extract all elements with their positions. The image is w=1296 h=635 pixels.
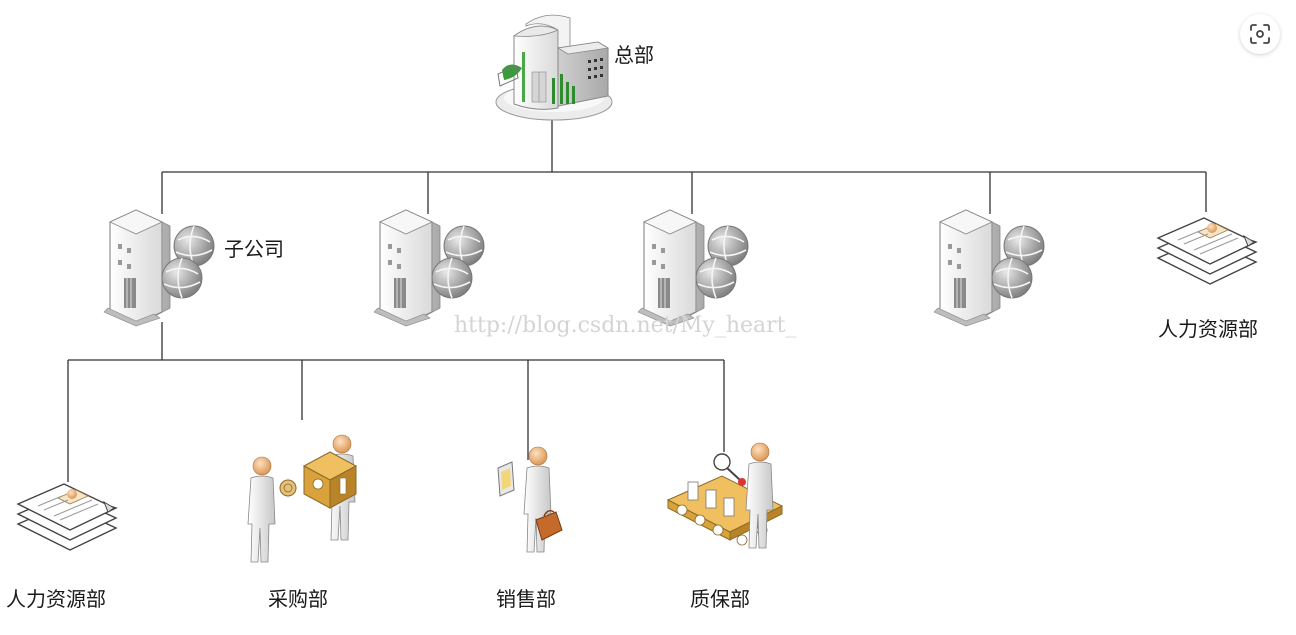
watermark-text: http://blog.csdn.net/My_heart_ [454,313,797,338]
subsidiary-building-icon-2 [373,209,485,327]
headquarters-label: 总部 [614,43,654,67]
image-search-icon [1250,24,1270,44]
subsidiary-label: 子公司 [224,237,284,261]
hq-hr-documents-icon [1157,217,1257,285]
sales-label: 销售部 [496,587,556,611]
hq-hr-label: 人力资源部 [1158,317,1258,341]
quality-label: 质保部 [690,587,750,611]
image-search-button[interactable] [1240,14,1280,54]
dept-hr-label: 人力资源部 [6,587,106,611]
subsidiary-building-icon-1 [103,209,215,327]
dept-hr-documents-icon [17,483,117,551]
purchasing-label: 采购部 [268,587,328,611]
subsidiary-building-icon-3 [637,209,749,327]
salesperson-briefcase-icon [497,446,563,553]
connector-lines [67,112,1207,482]
org-chart-diagram: http://blog.csdn.net/My_heart_ [17,14,1257,563]
headquarters-building-icon [495,14,613,121]
subsidiary-building-icon-4 [933,209,1045,327]
purchasing-people-box-icon [247,434,358,563]
quality-inspector-conveyor-icon [666,442,784,549]
